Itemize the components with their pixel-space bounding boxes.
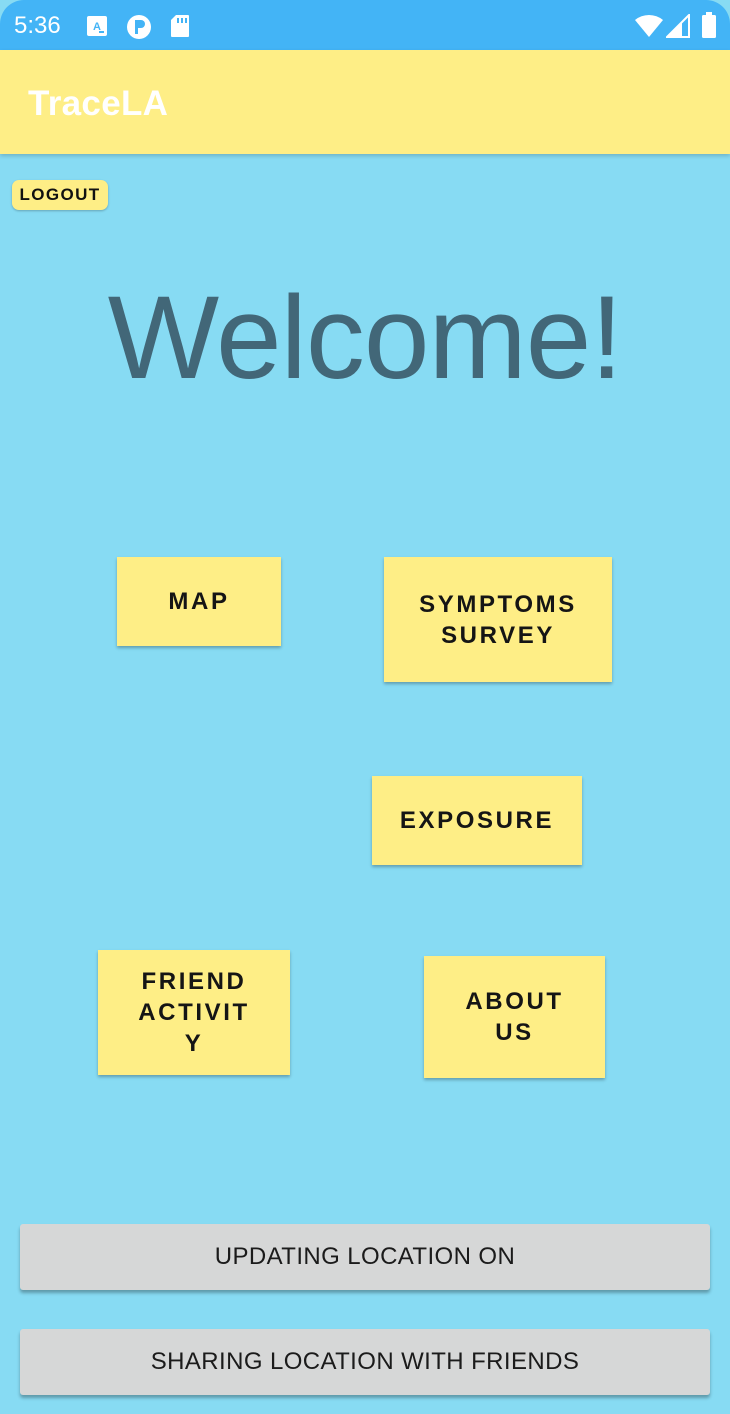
symptoms-survey-button[interactable]: SYMPTOMS SURVEY <box>384 557 612 682</box>
cellular-signal-icon <box>664 12 690 43</box>
friend-activity-button[interactable]: FRIEND ACTIVIT Y <box>98 950 290 1075</box>
status-bar: 5:36 A <box>0 0 730 50</box>
keyboard-a-icon: A <box>86 15 108 42</box>
app-bar: TraceLA <box>0 50 730 154</box>
circle-app-icon <box>126 14 152 45</box>
updating-location-toggle[interactable]: UPDATING LOCATION ON <box>20 1224 710 1290</box>
battery-icon <box>701 12 717 44</box>
exposure-button[interactable]: EXPOSURE <box>372 776 582 865</box>
sd-card-icon <box>170 14 190 43</box>
wifi-icon <box>634 14 664 43</box>
map-button[interactable]: MAP <box>117 557 281 646</box>
logout-button[interactable]: LOGOUT <box>12 180 108 210</box>
status-time: 5:36 <box>14 12 61 39</box>
sharing-location-toggle[interactable]: SHARING LOCATION WITH FRIENDS <box>20 1329 710 1395</box>
about-us-button[interactable]: ABOUT US <box>424 956 605 1078</box>
app-title: TraceLA <box>28 84 169 123</box>
welcome-heading: Welcome! <box>107 272 623 404</box>
